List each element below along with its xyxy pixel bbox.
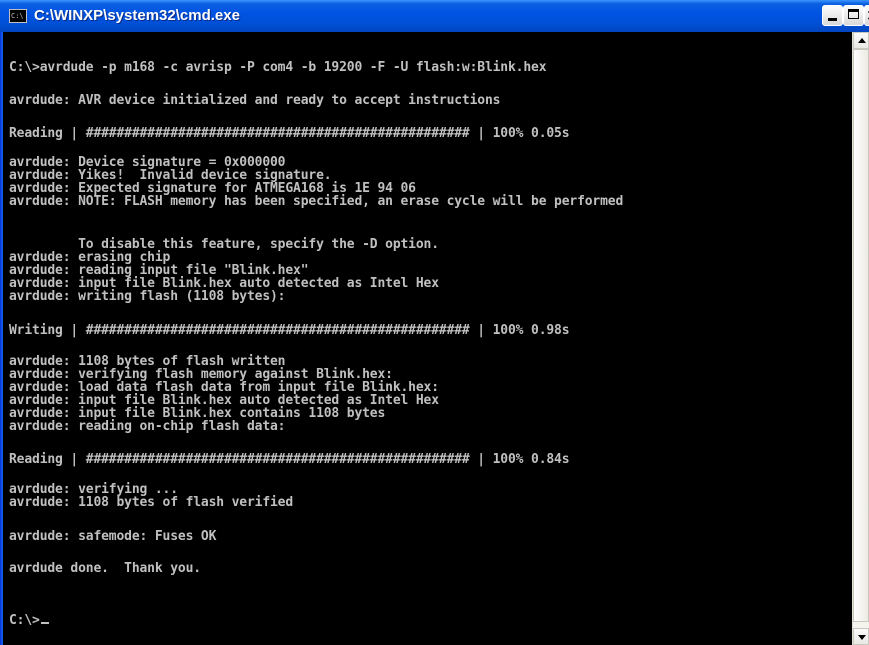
window-title: C:\WINXP\system32\cmd.exe <box>34 7 240 24</box>
title-bar[interactable]: C:\ C:\WINXP\system32\cmd.exe × <box>0 0 869 32</box>
minimize-button[interactable] <box>822 5 843 26</box>
console-line: Reading | ##############################… <box>9 126 570 141</box>
console-line: avrdude done. Thank you. <box>9 561 201 576</box>
maximize-button[interactable] <box>843 5 864 26</box>
console-line: Writing | ##############################… <box>9 323 570 338</box>
command-prompt: C:\> <box>9 614 49 627</box>
console-line: avrdude: safemode: Fuses OK <box>9 529 217 544</box>
console-output[interactable]: C:\>avrdude -p m168 -c avrisp -P com4 -b… <box>3 32 852 645</box>
console-line: avrdude: writing flash (1108 bytes): <box>9 289 286 304</box>
vertical-scrollbar[interactable] <box>852 32 869 645</box>
close-button[interactable]: × <box>864 5 869 26</box>
console-line: avrdude: NOTE: FLASH memory has been spe… <box>9 194 624 209</box>
scroll-down-arrow-icon[interactable] <box>853 628 869 645</box>
console-line: avrdude: reading on-chip flash data: <box>9 419 286 434</box>
console-window: C:\ C:\WINXP\system32\cmd.exe × C:\>avrd… <box>0 0 869 645</box>
cmd-icon[interactable]: C:\ <box>9 9 27 23</box>
console-line: avrdude: 1108 bytes of flash verified <box>9 495 294 510</box>
console-line: Reading | ##############################… <box>9 452 570 467</box>
text-cursor <box>40 622 49 624</box>
prompt-text: C:\> <box>9 613 40 628</box>
scroll-up-arrow-icon[interactable] <box>853 32 869 49</box>
console-line: C:\>avrdude -p m168 -c avrisp -P com4 -b… <box>9 60 547 75</box>
console-line: avrdude: AVR device initialized and read… <box>9 93 501 108</box>
scrollbar-thumb[interactable] <box>853 49 869 622</box>
